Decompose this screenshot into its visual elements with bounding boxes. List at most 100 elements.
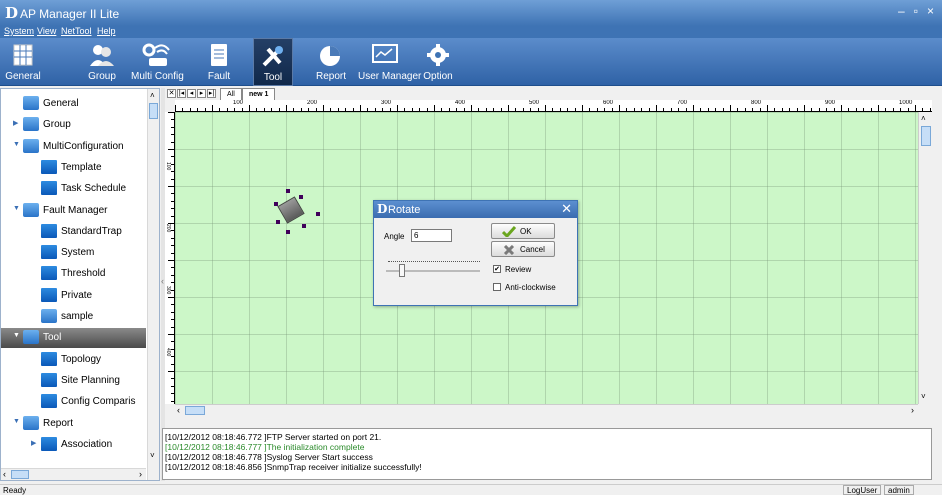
collapse-arrow-icon[interactable]: ▶ [31, 439, 36, 447]
angle-slider-thumb[interactable] [399, 264, 405, 277]
toolbar-user-manager-button[interactable]: User Manager [358, 38, 422, 86]
cancel-button[interactable]: Cancel [491, 241, 555, 257]
resize-handle[interactable] [316, 212, 320, 216]
expand-arrow-icon[interactable]: ▼ [13, 205, 20, 212]
toolbar-report-button[interactable]: Report [313, 38, 349, 86]
menu-help[interactable]: Help [97, 26, 116, 36]
tree-item-template[interactable]: Template [1, 158, 146, 178]
angle-input[interactable]: 6 [411, 229, 452, 242]
review-checkbox[interactable]: ✔ [493, 265, 501, 273]
resize-handle[interactable] [299, 195, 303, 199]
scroll-up-icon[interactable]: ˄ [150, 91, 155, 100]
menu-system[interactable]: System [4, 26, 34, 36]
scroll-left-icon[interactable]: ‹ [3, 469, 6, 479]
tree-item-general[interactable]: General [1, 94, 146, 114]
scroll-down-icon[interactable]: ˅ [921, 392, 926, 401]
anticlockwise-checkbox[interactable] [493, 283, 501, 291]
tree-horizontal-scrollbar[interactable]: ‹ › [1, 468, 146, 480]
tree-item-standardtrap[interactable]: StandardTrap [1, 222, 146, 242]
tree-item-task-schedule[interactable]: Task Schedule [1, 179, 146, 199]
dialog-close-button[interactable]: ✕ [561, 201, 572, 217]
folder-icon [41, 436, 57, 451]
close-button[interactable]: × [927, 4, 934, 18]
toolbar-fault-label: Fault [207, 71, 231, 82]
tree-item-label: Template [61, 161, 102, 173]
canvas-vertical-scrollbar[interactable]: ˄ ˅ [918, 112, 932, 404]
toolbar-user-manager-label: User Manager [358, 71, 422, 82]
resize-handle[interactable] [302, 224, 306, 228]
scroll-right-icon[interactable]: › [911, 405, 914, 415]
ruler-tick-label: 600 [603, 100, 614, 106]
canvas-horizontal-scrollbar[interactable]: ‹ › [175, 404, 918, 416]
rotated-device-node[interactable] [274, 189, 320, 234]
tab-last-button[interactable]: ▸| [207, 89, 216, 98]
wrench-icon [262, 46, 283, 67]
tree-item-group[interactable]: ▶ Group [1, 115, 146, 135]
status-text: Ready [3, 486, 27, 495]
tree-item-system[interactable]: System [1, 243, 146, 263]
toolbar-multiconfig-button[interactable]: Multi Config [131, 38, 184, 86]
tree-item-config-comparis[interactable]: Config Comparis [1, 392, 146, 412]
restore-button[interactable]: ▫ [914, 4, 918, 18]
scroll-thumb[interactable] [185, 406, 205, 415]
tree-item-tool[interactable]: ▼ Tool [1, 328, 146, 349]
tree-item-label: Tool [43, 332, 62, 344]
expand-arrow-icon[interactable]: ▼ [13, 332, 20, 339]
resize-handle[interactable] [286, 230, 290, 234]
document-tabs: ✕ |◂ ◂ ▸ ▸| All new 1 [165, 88, 942, 100]
grid-icon [23, 96, 39, 110]
review-label: Review [505, 265, 532, 274]
tab-close-button[interactable]: ✕ [167, 89, 176, 98]
tree-item-label: sample [61, 311, 94, 322]
tree-item-association[interactable]: ▶ Association [1, 435, 146, 455]
toolbar-general-button[interactable]: General [0, 38, 46, 86]
log-entry: [10/12/2012 08:18:46.856 ]SnmpTrap recei… [165, 462, 422, 472]
scroll-right-icon[interactable]: › [139, 469, 142, 479]
scroll-thumb[interactable] [149, 103, 158, 119]
tree-item-site-planning[interactable]: Site Planning [1, 371, 146, 391]
ok-button[interactable]: OK [491, 223, 555, 239]
tab-all[interactable]: All [220, 88, 242, 100]
tree-item-report[interactable]: ▼ Report [1, 414, 146, 434]
menu-nettool[interactable]: NetTool [61, 26, 92, 36]
scroll-up-icon[interactable]: ˄ [921, 114, 926, 123]
resize-handle[interactable] [286, 189, 290, 193]
cancel-label: Cancel [520, 245, 545, 254]
tree-item-threshold[interactable]: Threshold [1, 264, 146, 284]
cross-icon [503, 245, 515, 255]
tab-first-button[interactable]: |◂ [177, 89, 186, 98]
scroll-thumb[interactable] [11, 470, 29, 479]
toolbar-group-button[interactable]: Group [82, 38, 122, 86]
collapse-arrow-icon[interactable]: ‹ [161, 276, 164, 286]
tree-vertical-scrollbar[interactable]: ˄ ˅ [147, 89, 159, 480]
tree-item-fault-manager[interactable]: ▼ Fault Manager [1, 201, 146, 221]
ruler-tick-label: 200 [165, 224, 171, 233]
toolbar-fault-button[interactable]: Fault [201, 38, 237, 86]
scroll-left-icon[interactable]: ‹ [177, 405, 180, 415]
users-icon [90, 45, 114, 66]
monitor-icon [372, 44, 398, 63]
scroll-thumb[interactable] [921, 126, 931, 146]
main-toolbar: General Group Multi Config Fault Tool Re… [0, 38, 942, 86]
pie-chart-icon [320, 46, 340, 66]
expand-arrow-icon[interactable]: ▼ [13, 141, 20, 148]
scroll-down-icon[interactable]: ˅ [150, 451, 155, 460]
expand-arrow-icon[interactable]: ▼ [13, 418, 20, 425]
toolbar-option-button[interactable]: Option [420, 38, 456, 86]
tab-prev-button[interactable]: ◂ [187, 89, 196, 98]
collapse-arrow-icon[interactable]: ▶ [13, 119, 18, 127]
tab-new-1[interactable]: new 1 [242, 88, 276, 100]
tree-item-private[interactable]: Private [1, 286, 146, 306]
tab-next-button[interactable]: ▸ [197, 89, 206, 98]
minimize-button[interactable]: – [898, 4, 905, 18]
wrench-icon [23, 330, 39, 345]
resize-handle[interactable] [276, 220, 280, 224]
toolbar-tool-button[interactable]: Tool [253, 38, 293, 86]
ruler-tick-label: 700 [677, 100, 688, 106]
menu-view[interactable]: View [37, 26, 56, 36]
app-title: AP Manager II Lite [20, 7, 120, 21]
resize-handle[interactable] [274, 202, 278, 206]
tree-item-sample[interactable]: sample [1, 307, 146, 327]
tree-item-topology[interactable]: Topology [1, 350, 146, 370]
tree-item-multiconfiguration[interactable]: ▼ MultiConfiguration [1, 137, 146, 157]
